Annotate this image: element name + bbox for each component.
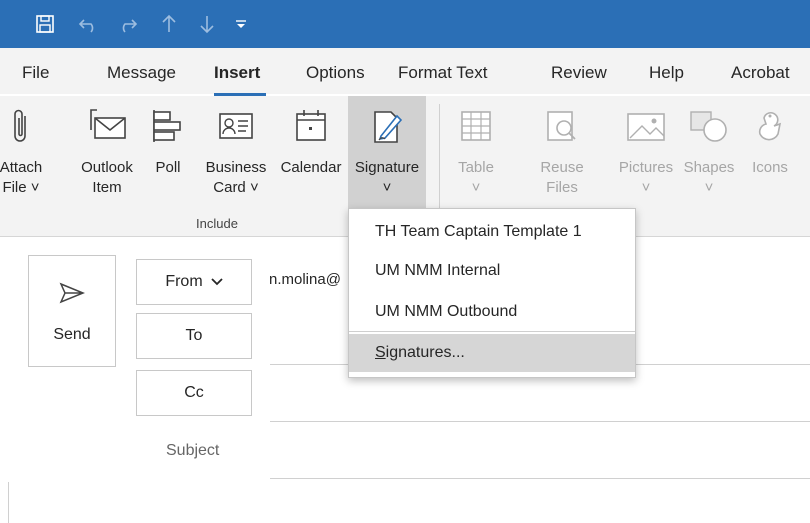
save-icon[interactable] (32, 13, 58, 35)
subject-input[interactable] (270, 430, 810, 476)
menu-separator (349, 331, 635, 332)
undo-icon[interactable] (76, 13, 102, 35)
signature-button[interactable]: Signature ˅ (350, 96, 424, 206)
tab-message[interactable]: Message (107, 63, 176, 83)
pictures-label: Pictures (618, 159, 674, 176)
cc-label: Cc (184, 384, 204, 401)
outlook-item-button[interactable]: Outlook Item (81, 96, 133, 206)
outlook-item-label: Outlook (81, 159, 133, 176)
signature-icon (350, 106, 424, 148)
signature-item-label: TH Team Captain Template 1 (375, 223, 582, 240)
poll-icon (150, 106, 186, 148)
attach-file-label: Attach (0, 159, 43, 176)
pictures-chevron: ˅ (641, 179, 651, 196)
attach-file-label-2: File ˅ (2, 179, 40, 196)
send-label: Send (53, 326, 91, 343)
tab-acrobat[interactable]: Acrobat (731, 63, 790, 83)
icons-button[interactable]: Icons (750, 96, 790, 206)
subject-label: Subject (166, 442, 220, 459)
signature-item-label: UM NMM Internal (375, 262, 501, 279)
table-icon (454, 106, 498, 148)
access-key: S (375, 344, 386, 361)
shapes-chevron: ˅ (704, 179, 714, 196)
signature-label: Signature (354, 159, 420, 176)
send-icon (59, 282, 85, 309)
table-label: Table (458, 159, 494, 176)
redo-icon[interactable] (114, 13, 140, 35)
tab-format-text[interactable]: Format Text (398, 63, 487, 83)
business-card-icon (206, 106, 266, 148)
manage-signatures-label: ignatures... (385, 344, 465, 361)
table-button[interactable]: Table ˅ (454, 96, 498, 206)
business-card-button[interactable]: Business Card ˅ (206, 96, 266, 206)
icons-icon (750, 106, 790, 148)
signature-menu-item[interactable]: UM NMM Internal (349, 252, 635, 290)
calendar-label: Calendar (280, 159, 342, 176)
subject-field-underline (270, 478, 810, 479)
envelope-icon (82, 106, 132, 148)
cc-button[interactable]: Cc (136, 370, 252, 416)
up-icon[interactable] (158, 13, 180, 35)
signature-menu-item[interactable]: UM NMM Outbound (349, 293, 635, 331)
tab-insert[interactable]: Insert (214, 63, 260, 83)
down-icon[interactable] (196, 13, 218, 35)
outlook-item-label-2: Item (92, 179, 122, 196)
shapes-icon (684, 106, 734, 148)
signature-dropdown-menu: TH Team Captain Template 1 UM NMM Intern… (348, 208, 636, 378)
calendar-icon (278, 106, 344, 148)
to-label: To (185, 327, 203, 344)
business-card-label: Business (205, 159, 267, 176)
tab-review[interactable]: Review (551, 63, 607, 83)
pictures-icon (618, 106, 674, 148)
customize-icon[interactable] (232, 13, 250, 35)
cc-field-underline (270, 421, 810, 422)
from-button[interactable]: From (136, 259, 252, 305)
calendar-button[interactable]: Calendar (278, 96, 344, 206)
reuse-files-icon (536, 106, 588, 148)
pictures-button[interactable]: Pictures ˅ (618, 96, 674, 206)
poll-label: Poll (155, 159, 181, 176)
tab-help[interactable]: Help (649, 63, 684, 83)
signature-chevron: ˅ (382, 179, 392, 196)
signature-item-label: UM NMM Outbound (375, 303, 518, 320)
business-card-label-2: Card ˅ (213, 179, 259, 196)
tab-options[interactable]: Options (306, 63, 365, 83)
send-button[interactable]: Send (28, 255, 116, 367)
attach-file-button[interactable]: Attach File ˅ (0, 96, 42, 206)
table-chevron: ˅ (471, 179, 481, 196)
chevron-down-icon (211, 278, 223, 286)
reuse-files-button[interactable]: Reuse Files (536, 96, 588, 206)
manage-signatures-item[interactable]: Signatures... (349, 334, 635, 372)
poll-button[interactable]: Poll (150, 96, 186, 206)
shapes-label: Shapes (683, 159, 735, 176)
include-group-label: Include (196, 216, 238, 231)
to-button[interactable]: To (136, 313, 252, 359)
reuse-files-label-2: Files (546, 179, 578, 196)
shapes-button[interactable]: Shapes ˅ (684, 96, 734, 206)
from-value: n.molina@ (269, 271, 341, 288)
body-edge (8, 482, 9, 523)
tab-file[interactable]: File (22, 63, 49, 83)
from-label: From (165, 273, 203, 290)
icons-label: Icons (752, 159, 788, 176)
paperclip-icon (2, 106, 40, 148)
reuse-files-label: Reuse (540, 159, 584, 176)
signature-menu-item[interactable]: TH Team Captain Template 1 (349, 213, 635, 251)
